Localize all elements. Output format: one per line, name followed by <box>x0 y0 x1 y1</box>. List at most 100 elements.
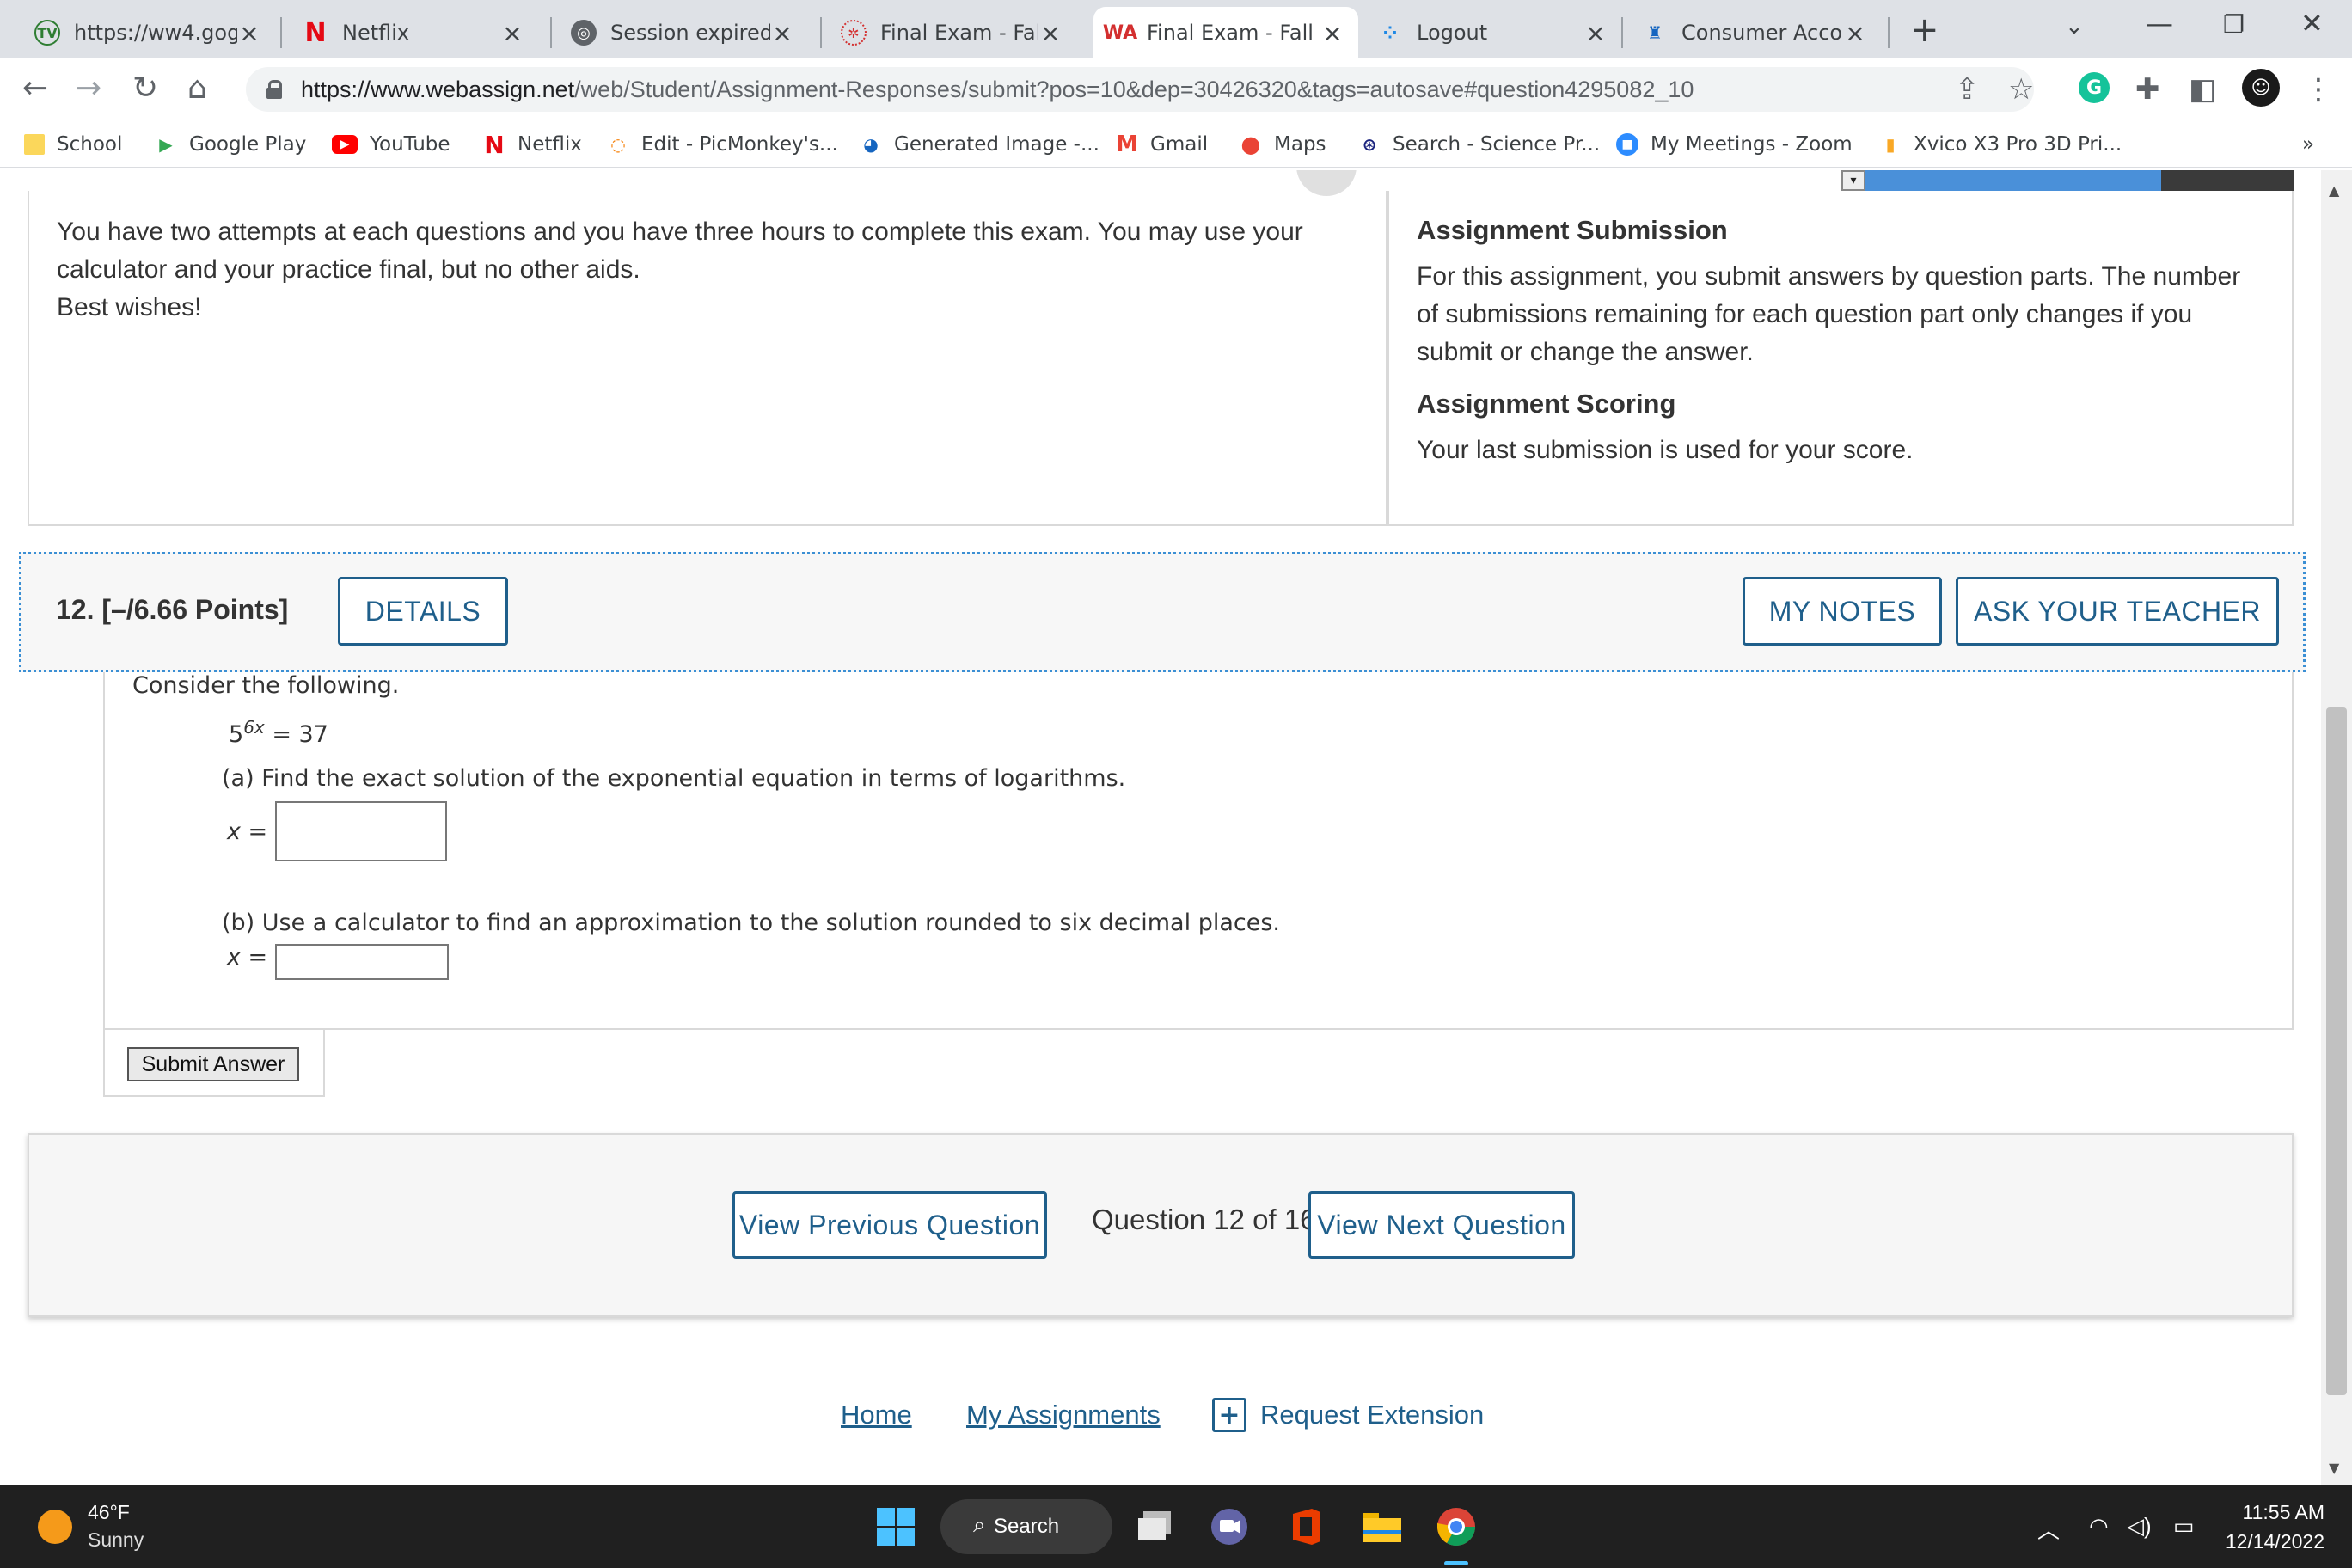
weather-temperature[interactable]: 46°F <box>88 1501 130 1524</box>
bookmark-school[interactable]: School <box>24 129 122 160</box>
close-tab-icon[interactable]: × <box>1843 19 1867 47</box>
dropdown-arrow-icon[interactable]: ▾ <box>1841 170 1865 191</box>
close-tab-icon[interactable]: × <box>1038 19 1063 47</box>
wifi-icon[interactable]: ◠ <box>2089 1513 2109 1540</box>
part-a-text: (a) Find the exact solution of the expon… <box>222 765 1126 792</box>
bookmark-google-play[interactable]: ▶ Google Play <box>155 129 306 160</box>
close-window-icon[interactable]: ✕ <box>2300 7 2324 40</box>
tab-title: Final Exam - Fall 2 <box>1147 21 1320 45</box>
minimize-icon[interactable]: — <box>2146 7 2173 40</box>
reload-icon[interactable]: ↻ <box>132 70 158 106</box>
footer-my-assignments-link[interactable]: My Assignments <box>966 1400 1161 1430</box>
x-label-a: x = <box>227 818 268 845</box>
answer-b-input[interactable] <box>275 944 449 980</box>
submit-answer-button[interactable]: Submit Answer <box>127 1047 299 1081</box>
windows-start-icon[interactable] <box>873 1504 918 1549</box>
task-view-icon[interactable] <box>1133 1504 1178 1549</box>
submission-heading: Assignment Submission <box>1417 215 1728 245</box>
browser-tab[interactable]: ✲ Final Exam - Fall 2 × <box>827 7 1076 58</box>
browser-tab[interactable]: ⁘ Logout × <box>1363 7 1621 58</box>
footer-request-extension-link[interactable]: Request Extension <box>1260 1400 1484 1430</box>
question-position: Question 12 of 16 <box>1092 1204 1316 1235</box>
details-button[interactable]: DETAILS <box>338 577 508 646</box>
file-explorer-icon[interactable] <box>1360 1504 1405 1549</box>
battery-icon[interactable]: ▭ <box>2173 1513 2195 1540</box>
bookmark-xvico[interactable]: ▮ Xvico X3 Pro 3D Pri... <box>1879 129 2122 160</box>
youtube-icon: ▶ <box>332 135 358 154</box>
restore-icon[interactable]: ❐ <box>2223 10 2245 39</box>
header-dark-block <box>2161 170 2294 191</box>
taskbar-search[interactable]: ⌕ Search <box>940 1499 1112 1554</box>
bookmark-science[interactable]: ⊛ Search - Science Pr... <box>1358 129 1601 160</box>
office-icon[interactable] <box>1284 1504 1329 1549</box>
browser-tab[interactable]: ◎ Session expired × <box>557 7 808 58</box>
close-tab-icon[interactable]: × <box>770 19 794 47</box>
teams-chat-icon[interactable] <box>1207 1504 1252 1549</box>
tray-chevron-icon[interactable]: ︿ <box>2037 1513 2060 1545</box>
more-bookmarks-icon[interactable]: » <box>2302 129 2314 160</box>
bookmark-youtube[interactable]: ▶ YouTube <box>332 129 450 160</box>
close-tab-icon[interactable]: × <box>1583 19 1608 47</box>
bookmark-netflix[interactable]: N Netflix <box>483 129 582 160</box>
page-scrollbar[interactable]: ▲ ▼ <box>2321 170 2352 1485</box>
dots-icon: ⁘ <box>1382 22 1398 43</box>
scroll-up-arrow-icon[interactable]: ▲ <box>2329 182 2339 199</box>
tab-search-chevron-icon[interactable]: ⌄ <box>2065 14 2084 40</box>
submission-text: For this assignment, you submit answers … <box>1417 262 2241 366</box>
system-clock[interactable]: 11:55 AM 12/14/2022 <box>2226 1498 2324 1556</box>
sun-icon[interactable] <box>38 1510 72 1544</box>
home-icon[interactable]: ⌂ <box>187 70 207 106</box>
new-tab-button[interactable]: + <box>1910 10 1939 50</box>
netflix-icon: N <box>484 130 505 159</box>
answer-a-input[interactable] <box>275 801 447 861</box>
browser-tab[interactable]: ♜ Consumer Accou × <box>1628 7 1881 58</box>
search-icon: ⌕ <box>973 1511 986 1537</box>
windows-taskbar: 46°F Sunny ⌕ Search ︿ ◠ ◁) ▭ 11:55 AM 12… <box>0 1485 2352 1568</box>
chrome-icon[interactable] <box>1434 1504 1479 1549</box>
menu-dots-icon[interactable]: ⋮ <box>2304 72 2333 107</box>
star-icon[interactable]: ☆ <box>2008 72 2034 107</box>
browser-tab[interactable]: TV https://ww4.gogo × <box>21 7 275 58</box>
grammarly-icon[interactable]: G <box>2079 72 2110 103</box>
bookmark-picmonkey[interactable]: ◌ Edit - PicMonkey's... <box>607 129 838 160</box>
scroll-thumb[interactable] <box>2326 707 2347 1395</box>
submit-area: Submit Answer <box>103 1028 325 1097</box>
calendar-plus-icon[interactable]: + <box>1212 1398 1246 1432</box>
consumer-icon: ♜ <box>1647 22 1663 43</box>
bookmark-zoom[interactable]: ■ My Meetings - Zoom <box>1616 129 1853 160</box>
browser-tab-active[interactable]: WA Final Exam - Fall 2 × <box>1093 7 1358 58</box>
shopping-bag-icon: ▮ <box>1885 134 1896 155</box>
weather-condition[interactable]: Sunny <box>88 1528 144 1552</box>
share-icon[interactable]: ⇪ <box>1955 72 1980 107</box>
tab-title: Logout <box>1417 21 1488 45</box>
bookmark-gmail[interactable]: M Gmail <box>1116 129 1208 160</box>
view-previous-question-button[interactable]: View Previous Question <box>732 1191 1047 1259</box>
scroll-down-arrow-icon[interactable]: ▼ <box>2329 1460 2339 1476</box>
close-tab-icon[interactable]: × <box>1320 19 1344 47</box>
browser-tab[interactable]: N Netflix × <box>289 7 538 58</box>
forward-icon[interactable]: → <box>76 70 101 106</box>
tab-strip: TV https://ww4.gogo × N Netflix × ◎ Sess… <box>0 0 2352 58</box>
close-tab-icon[interactable]: × <box>500 19 524 47</box>
footer-home-link[interactable]: Home <box>841 1400 912 1430</box>
tv-icon: TV <box>34 20 60 46</box>
active-app-indicator <box>1444 1561 1468 1565</box>
back-icon[interactable]: ← <box>22 70 48 106</box>
bookmark-maps[interactable]: ⬤ Maps <box>1240 129 1326 160</box>
side-panel-icon[interactable]: ◧ <box>2189 72 2216 107</box>
close-tab-icon[interactable]: × <box>237 19 261 47</box>
avatar[interactable]: ☺ <box>2242 69 2280 107</box>
ask-your-teacher-button[interactable]: ASK YOUR TEACHER <box>1956 577 2279 646</box>
question-number-points: 12. [–/6.66 Points] <box>56 594 289 625</box>
bookmark-generated-image[interactable]: ◕ Generated Image -... <box>860 129 1099 160</box>
page-viewport: ▾ You have two attempts at each question… <box>0 170 2321 1485</box>
image-icon: ◕ <box>863 134 879 155</box>
volume-icon[interactable]: ◁) <box>2127 1513 2152 1540</box>
assignment-info-panel: Assignment Submission For this assignmen… <box>1387 191 2294 526</box>
tab-title: Final Exam - Fall 2 <box>880 21 1038 45</box>
bookmarks-bar: School ▶ Google Play ▶ YouTube N Netflix ◌ E… <box>0 120 2352 168</box>
my-notes-button[interactable]: MY NOTES <box>1743 577 1942 646</box>
view-next-question-button[interactable]: View Next Question <box>1308 1191 1575 1259</box>
extensions-puzzle-icon[interactable]: ✚ <box>2135 72 2160 107</box>
address-bar[interactable]: https://www.webassign.net/web/Student/As… <box>246 67 2034 112</box>
